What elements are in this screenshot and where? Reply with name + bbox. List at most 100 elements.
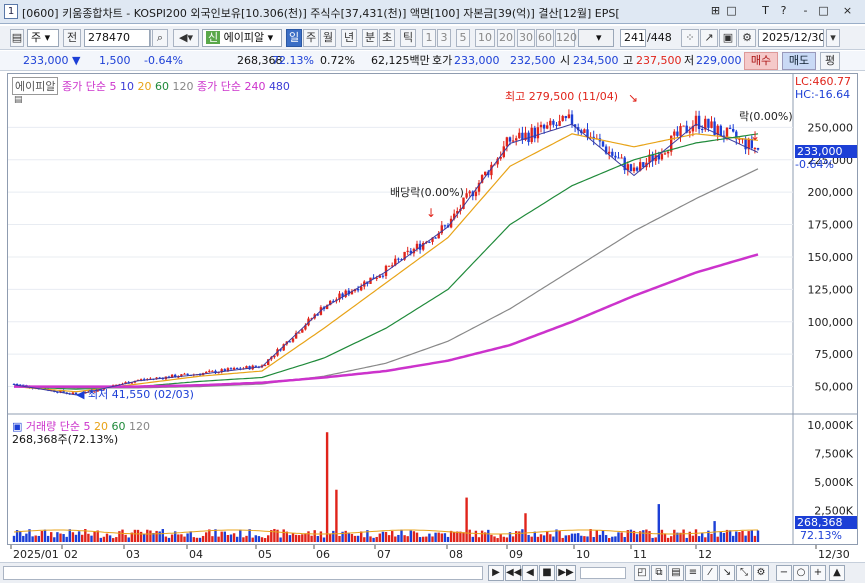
volume-bar xyxy=(558,530,561,542)
volume-bar xyxy=(282,529,285,542)
volume-bar xyxy=(505,537,509,542)
candle-body xyxy=(465,193,468,198)
candle-body xyxy=(555,124,558,126)
hc-value: HC:-16.64 xyxy=(795,88,851,101)
compare-icon[interactable]: ≡ xyxy=(685,565,701,581)
volume-bar xyxy=(177,534,180,542)
settings-icon[interactable]: ⚙ xyxy=(753,565,769,581)
stock-name-field[interactable]: 신 에이피알 ▾ xyxy=(202,29,282,47)
scroll-left-button[interactable]: ◀ xyxy=(522,565,538,581)
scroll-end-icon[interactable]: ▲ xyxy=(829,565,845,581)
interval-60-button[interactable]: 60 xyxy=(536,29,554,47)
save-icon[interactable]: ▣ xyxy=(719,29,737,47)
gear-icon[interactable]: ⚙ xyxy=(738,29,756,47)
period-minute-button[interactable]: 분 xyxy=(362,29,378,47)
volume-bar xyxy=(685,537,688,542)
chart-panel[interactable]: 250,000 225,000 200,000 175,000 150,000 125,0… xyxy=(7,73,858,545)
volume-bar xyxy=(710,533,713,542)
period-tick-button[interactable]: 틱 xyxy=(400,29,416,47)
zoom-icon[interactable]: ⤡ xyxy=(736,565,752,581)
calendar-icon[interactable]: ▾ xyxy=(826,29,840,47)
price-change-rate: -0.64% xyxy=(144,54,183,67)
volume-bar xyxy=(756,530,760,542)
grid-icon[interactable]: ⊞ xyxy=(708,3,723,19)
buy-button[interactable]: 매수 xyxy=(744,52,778,70)
print-icon[interactable]: ▤ xyxy=(668,565,684,581)
minimize-button[interactable]: - xyxy=(798,3,813,19)
volume-bar xyxy=(332,530,335,542)
candle-body xyxy=(518,132,521,139)
interval-20-button[interactable]: 20 xyxy=(497,29,515,47)
interval-30-button[interactable]: 30 xyxy=(517,29,535,47)
interval-select[interactable]: ▾ xyxy=(578,29,614,47)
turnover-rate: 0.72% xyxy=(320,54,355,67)
market-select[interactable]: 주 ▾ xyxy=(27,29,59,47)
zoom-out-button[interactable]: − xyxy=(776,565,792,581)
legend-ma-240: 종가 단순 240 xyxy=(196,80,266,93)
maximize-button[interactable]: □ xyxy=(816,3,831,19)
scroll-last-button[interactable]: ▶▶ xyxy=(556,565,576,581)
candle-body xyxy=(688,131,691,133)
interval-5-button[interactable]: 5 xyxy=(456,29,470,47)
candle-body xyxy=(620,157,623,159)
candle-body xyxy=(701,129,704,131)
period-second-button[interactable]: 초 xyxy=(379,29,395,47)
tools-icon[interactable]: ⁘ xyxy=(681,29,699,47)
stop-button[interactable]: ■ xyxy=(539,565,555,581)
period-year-button[interactable]: 년 xyxy=(341,29,357,47)
scroll-first-button[interactable]: ◀◀ xyxy=(505,565,521,581)
candle-body xyxy=(536,127,540,139)
price-chart[interactable]: 250,000225,000200,000175,000150,000125,0… xyxy=(8,74,857,544)
volume-bar xyxy=(583,536,586,542)
volume-bar xyxy=(263,538,267,542)
volume-bar xyxy=(490,534,493,542)
copy-icon[interactable]: ⧉ xyxy=(651,565,667,581)
interval-10-button[interactable]: 10 xyxy=(475,29,495,47)
volume-bar xyxy=(301,534,304,542)
zoom-in-button[interactable]: + xyxy=(810,565,826,581)
interval-120-button[interactable]: 120 xyxy=(555,29,577,47)
zoom-slider[interactable] xyxy=(580,567,626,579)
volume-bar xyxy=(170,534,174,542)
trend-icon[interactable]: ↗ xyxy=(700,29,718,47)
price-change: 1,500 xyxy=(99,54,131,67)
volume-bar xyxy=(428,533,431,542)
candle-body xyxy=(474,191,478,197)
volume-bar xyxy=(25,533,28,542)
scroll-right-button[interactable]: ▶ xyxy=(488,565,504,581)
panel-menu-icon[interactable]: ▤ xyxy=(14,95,23,105)
candle-body xyxy=(719,125,722,136)
search-icon[interactable]: ⌕ xyxy=(152,29,168,47)
stock-code-input[interactable]: 278470 xyxy=(84,29,150,47)
menu-icon[interactable]: ▤ xyxy=(10,29,24,47)
volume-bar xyxy=(527,534,530,542)
window-mode-icon[interactable]: □ xyxy=(724,3,739,19)
balance-button[interactable]: 평 xyxy=(820,52,840,70)
date-input[interactable]: 2025/12/30 xyxy=(758,29,824,47)
help-icon[interactable]: ? xyxy=(776,3,791,19)
scroll-track[interactable] xyxy=(3,566,483,580)
down-icon[interactable]: ↘ xyxy=(719,565,735,581)
candle-body xyxy=(549,120,552,126)
font-icon[interactable]: T xyxy=(758,3,773,19)
chart-type-icon[interactable]: ◰ xyxy=(634,565,650,581)
high-marker: ↘ xyxy=(628,91,638,105)
volume-bar xyxy=(697,536,701,542)
period-month-button[interactable]: 월 xyxy=(320,29,336,47)
jeon-button[interactable]: 전 xyxy=(63,29,81,47)
ma-line-20 xyxy=(13,133,759,393)
zoom-reset-button[interactable]: ○ xyxy=(793,565,809,581)
sound-icon[interactable]: ◀▾ xyxy=(173,29,199,47)
period-week-button[interactable]: 주 xyxy=(303,29,319,47)
period-day-button[interactable]: 일 xyxy=(286,29,302,47)
volume-bar xyxy=(434,532,437,542)
close-button[interactable]: × xyxy=(840,3,855,19)
sell-button[interactable]: 매도 xyxy=(782,52,816,70)
interval-3-button[interactable]: 3 xyxy=(437,29,451,47)
count-input[interactable]: 241 xyxy=(620,29,646,47)
interval-1-button[interactable]: 1 xyxy=(422,29,436,47)
low-annotation-text: 최저 41,550 (02/03) xyxy=(87,388,194,401)
volume-tick-label: 7,500K xyxy=(814,448,853,461)
volume-bar xyxy=(440,533,443,542)
line-icon[interactable]: ⁄ xyxy=(702,565,718,581)
